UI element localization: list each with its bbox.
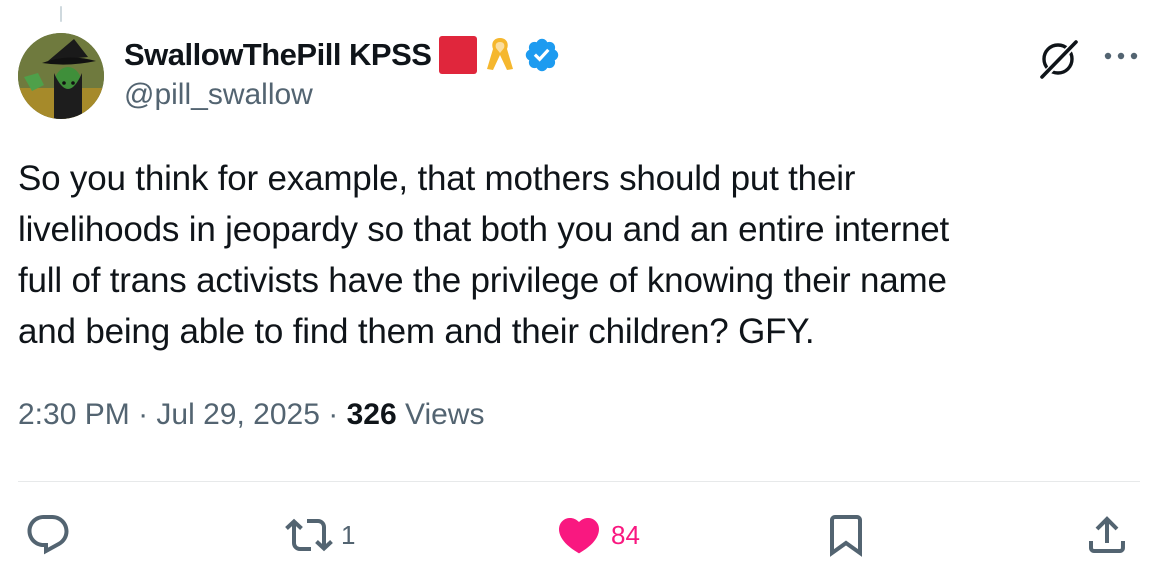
share-button[interactable]	[1083, 510, 1131, 560]
author-handle[interactable]: @pill_swallow	[124, 78, 313, 112]
verified-icon	[523, 36, 561, 74]
tweet-text-line: and being able to find them and their ch…	[18, 312, 815, 351]
author-name-row: SwallowThePill KPSS	[124, 35, 561, 75]
retweet-button[interactable]: 1	[285, 510, 355, 560]
retweet-count: 1	[341, 519, 356, 550]
retweet-icon	[285, 518, 333, 552]
like-button[interactable]: 84	[555, 510, 640, 560]
reply-button[interactable]	[24, 510, 80, 560]
views-count: 326	[346, 398, 397, 431]
meta-separator: ·	[138, 398, 149, 431]
tweet-text: So you think for example, that mothers s…	[18, 153, 1138, 357]
meta-separator: ·	[328, 398, 339, 431]
bookmark-button[interactable]	[822, 510, 870, 560]
divider	[18, 481, 1140, 482]
tweet-date[interactable]: Jul 29, 2025	[156, 398, 319, 431]
tweet-metadata: 2:30 PM · Jul 29, 2025 · 326 Views	[18, 398, 484, 432]
like-count: 84	[611, 519, 640, 550]
grok-icon[interactable]	[1037, 37, 1081, 81]
share-icon	[1089, 516, 1125, 553]
ribbon-icon	[485, 35, 515, 75]
tweet-time[interactable]: 2:30 PM	[18, 398, 130, 431]
reply-icon	[27, 515, 69, 555]
thread-connector	[60, 6, 62, 22]
bookmark-icon	[830, 515, 862, 557]
avatar[interactable]	[18, 33, 104, 119]
author-display-name[interactable]: SwallowThePill KPSS	[124, 37, 432, 73]
red-square-icon	[439, 36, 478, 74]
tweet-text-line: livelihoods in jeopardy so that both you…	[18, 210, 950, 249]
views-label: Views	[404, 398, 485, 431]
tweet-text-line: full of trans activists have the privile…	[18, 261, 947, 300]
more-icon[interactable]	[1101, 45, 1141, 67]
heart-icon	[558, 518, 600, 554]
tweet-text-line: So you think for example, that mothers s…	[18, 159, 856, 198]
tweet-card: SwallowThePill KPSS @pill_swallow So you…	[0, 0, 1158, 588]
